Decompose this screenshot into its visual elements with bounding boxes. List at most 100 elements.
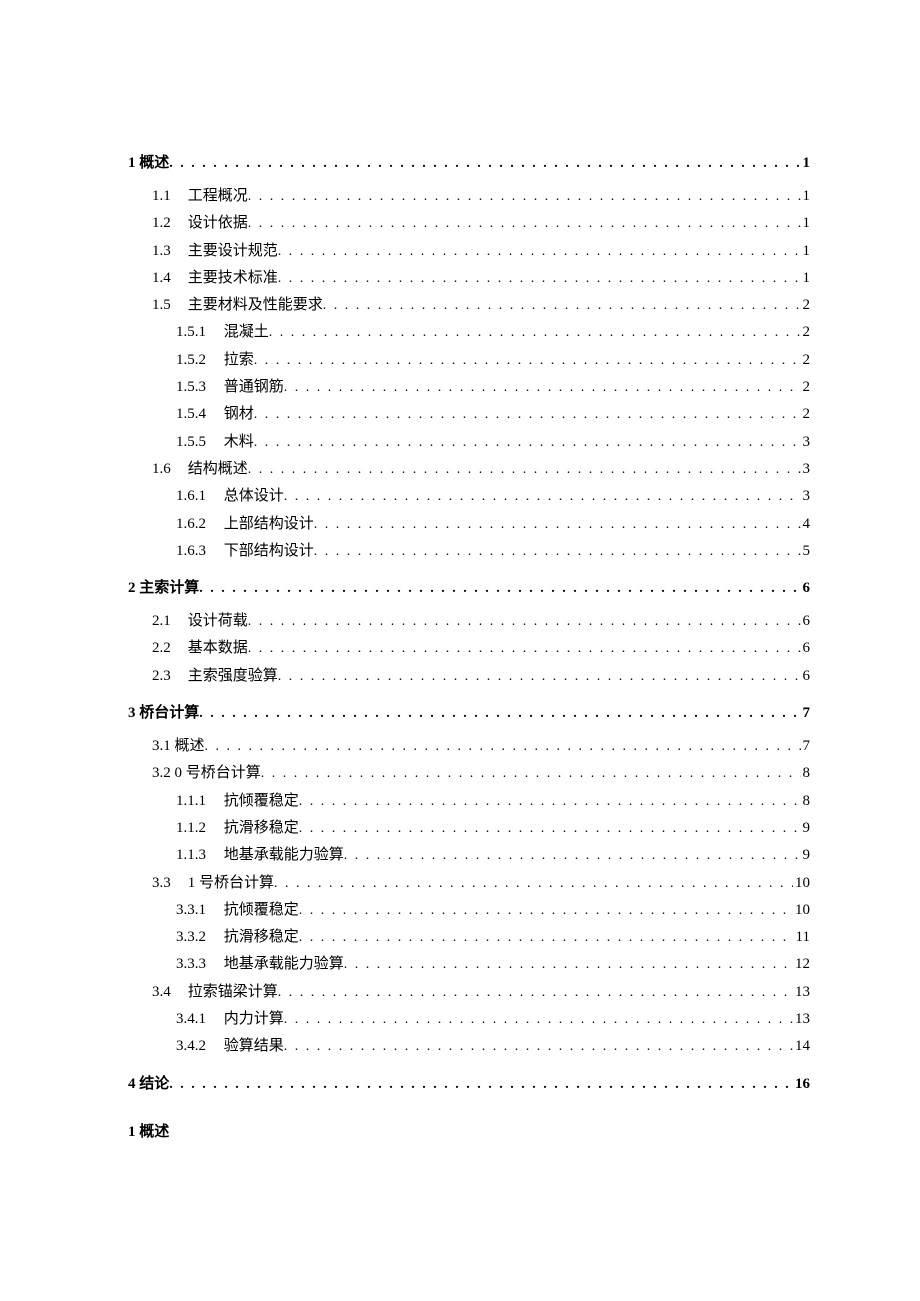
toc-dots <box>284 484 801 509</box>
toc-page: 7 <box>801 700 811 727</box>
toc-label: 3.3 1 号桥台计算 <box>152 870 274 897</box>
toc-dots <box>299 816 801 841</box>
toc-label: 1 概述 <box>128 150 169 177</box>
toc-label: 1.6.1 总体设计 <box>176 483 284 510</box>
toc-label: 1.5.4 钢材 <box>176 401 254 428</box>
toc-label: 2.1 设计荷载 <box>152 608 248 635</box>
toc-label: 1.3 主要设计规范 <box>152 238 278 265</box>
toc-label: 1.5.5 木料 <box>176 429 254 456</box>
toc-page: 13 <box>793 979 810 1006</box>
toc-page: 8 <box>801 788 811 815</box>
section-number: 1 <box>128 1124 136 1140</box>
toc-label: 1.1 工程概况 <box>152 183 248 210</box>
toc-entry: 1.5.2 拉索 2 <box>128 347 810 374</box>
toc-entry: 1.5 主要材料及性能要求2 <box>128 292 810 319</box>
toc-dots <box>169 151 800 176</box>
toc-dots <box>248 636 801 661</box>
toc-dots <box>248 457 801 482</box>
toc-page: 9 <box>801 815 811 842</box>
toc-page: 3 <box>801 429 811 456</box>
toc-dots <box>284 1007 793 1032</box>
section-heading: 1 概述 <box>128 1120 810 1141</box>
toc-entry: 1.2 设计依据1 <box>128 210 810 237</box>
toc-label: 1.1.1 抗倾覆稳定 <box>176 788 299 815</box>
toc-entry: 1.1.1 抗倾覆稳定 8 <box>128 788 810 815</box>
toc-dots <box>254 348 801 373</box>
toc-dots <box>284 1034 793 1059</box>
toc-dots <box>344 843 801 868</box>
toc-dots <box>248 211 801 236</box>
toc-page: 16 <box>793 1071 810 1098</box>
toc-entry: 2.3 主索强度验算 6 <box>128 663 810 690</box>
toc-page: 2 <box>801 374 811 401</box>
toc-page: 12 <box>793 951 810 978</box>
toc-page: 5 <box>801 538 811 565</box>
toc-page: 4 <box>801 511 811 538</box>
toc-label: 3.1 概述 <box>152 733 205 760</box>
toc-entry: 1.6.1 总体设计 3 <box>128 483 810 510</box>
toc-dots <box>299 925 794 950</box>
toc-page: 1 <box>801 265 811 292</box>
toc-entry: 1.5.4 钢材 2 <box>128 401 810 428</box>
toc-dots <box>323 293 801 318</box>
toc-entry: 3.1 概述 7 <box>128 733 810 760</box>
toc-entry: 1.1.3 地基承载能力验算 9 <box>128 842 810 869</box>
toc-label: 2.2 基本数据 <box>152 635 248 662</box>
toc-label: 3.3.1 抗倾覆稳定 <box>176 897 299 924</box>
toc-dots <box>205 734 801 759</box>
toc-dots <box>278 266 801 291</box>
toc-dots <box>199 701 800 726</box>
toc-dots <box>248 609 801 634</box>
toc-page: 1 <box>801 150 811 177</box>
toc-entry: 3.2 0 号桥台计算8 <box>128 760 810 787</box>
toc-page: 2 <box>801 292 811 319</box>
table-of-contents: 1 概述 11.1 工程概况11.2 设计依据11.3 主要设计规范11.4 主… <box>128 150 810 1098</box>
toc-dots <box>274 871 793 896</box>
toc-label: 3.4.1 内力计算 <box>176 1006 284 1033</box>
toc-entry: 3.3 1 号桥台计算 10 <box>128 870 810 897</box>
toc-page: 7 <box>801 733 811 760</box>
toc-label: 1.6.3 下部结构设计 <box>176 538 314 565</box>
toc-label: 3.3.3 地基承载能力验算 <box>176 951 344 978</box>
toc-entry: 1.5.1 混凝土 2 <box>128 319 810 346</box>
toc-entry: 2 主索计算 6 <box>128 575 810 602</box>
toc-label: 3 桥台计算 <box>128 700 199 727</box>
toc-page: 2 <box>801 401 811 428</box>
toc-entry: 3.4.2 验算结果 14 <box>128 1033 810 1060</box>
toc-page: 1 <box>801 183 811 210</box>
toc-entry: 1 概述 1 <box>128 150 810 177</box>
toc-label: 1.5.3 普通钢筋 <box>176 374 284 401</box>
toc-page: 2 <box>801 347 811 374</box>
toc-page: 1 <box>801 210 811 237</box>
toc-dots <box>169 1072 793 1097</box>
toc-dots <box>278 239 801 264</box>
toc-entry: 4 结论 16 <box>128 1071 810 1098</box>
toc-entry: 3.3.2 抗滑移稳定 11 <box>128 924 810 951</box>
toc-entry: 1.1 工程概况 1 <box>128 183 810 210</box>
toc-page: 10 <box>793 897 810 924</box>
toc-page: 6 <box>801 575 811 602</box>
toc-page: 1 <box>801 238 811 265</box>
toc-dots <box>278 664 801 689</box>
toc-dots <box>248 184 801 209</box>
toc-label: 4 结论 <box>128 1071 169 1098</box>
toc-label: 3.4.2 验算结果 <box>176 1033 284 1060</box>
toc-entry: 3 桥台计算 7 <box>128 700 810 727</box>
toc-page: 9 <box>801 842 811 869</box>
toc-page: 14 <box>793 1033 810 1060</box>
toc-entry: 2.1 设计荷载 6 <box>128 608 810 635</box>
toc-page: 6 <box>801 608 811 635</box>
toc-dots <box>254 430 801 455</box>
toc-dots <box>278 980 793 1005</box>
toc-dots <box>269 320 801 345</box>
toc-entry: 1.1.2 抗滑移稳定 9 <box>128 815 810 842</box>
toc-label: 2.3 主索强度验算 <box>152 663 278 690</box>
toc-label: 1.1.2 抗滑移稳定 <box>176 815 299 842</box>
toc-dots <box>254 402 801 427</box>
toc-page: 6 <box>801 663 811 690</box>
toc-page: 3 <box>801 483 811 510</box>
toc-entry: 1.3 主要设计规范 1 <box>128 238 810 265</box>
toc-page: 2 <box>801 319 811 346</box>
toc-page: 10 <box>793 870 810 897</box>
toc-dots <box>299 789 801 814</box>
